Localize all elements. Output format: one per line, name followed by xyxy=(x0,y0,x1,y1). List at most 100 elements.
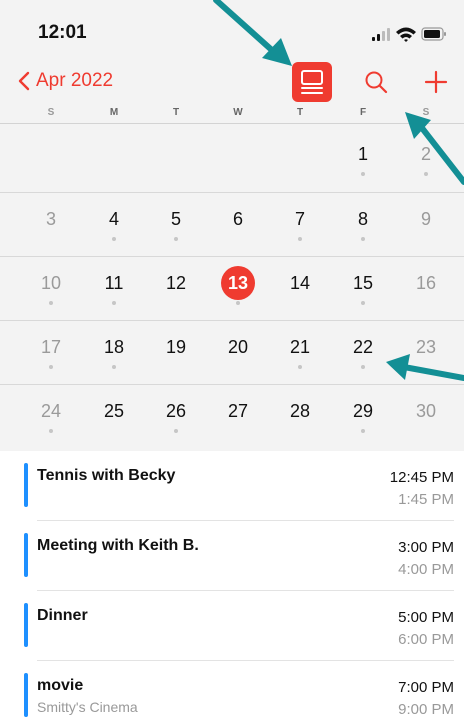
event-item[interactable]: movie Smitty's Cinema 7:00 PM 9:00 PM xyxy=(0,661,464,722)
day-cell-today[interactable]: 13 xyxy=(218,266,258,305)
event-end-time: 1:45 PM xyxy=(398,491,454,508)
event-start-time: 3:00 PM xyxy=(398,539,454,556)
day-number: 14 xyxy=(289,273,311,293)
list-view-button[interactable] xyxy=(292,62,332,102)
day-number: 23 xyxy=(415,337,437,357)
day-number: 29 xyxy=(352,401,374,421)
event-dot xyxy=(236,301,240,305)
day-number: 8 xyxy=(357,209,368,229)
event-dot xyxy=(174,429,178,433)
day-number: 2 xyxy=(420,144,431,164)
day-number: 28 xyxy=(289,401,311,421)
event-dot xyxy=(361,301,365,305)
calendar-color-bar xyxy=(24,533,28,577)
event-end-time: 4:00 PM xyxy=(398,561,454,578)
event-item[interactable]: Meeting with Keith B. 3:00 PM 4:00 PM xyxy=(0,521,464,591)
calendar-color-bar xyxy=(24,603,28,647)
weekday-label: S xyxy=(47,107,55,118)
weekday-label: S xyxy=(422,107,430,118)
back-to-month-button[interactable]: Apr 2022 xyxy=(18,70,113,92)
day-cell[interactable]: 2 xyxy=(406,142,446,176)
day-number: 21 xyxy=(289,337,311,357)
day-number: 12 xyxy=(165,273,187,293)
day-cell[interactable]: 6 xyxy=(218,207,258,241)
day-cell[interactable]: 30 xyxy=(406,399,446,433)
event-item[interactable]: Tennis with Becky 12:45 PM 1:45 PM xyxy=(0,451,464,521)
day-cell[interactable]: 21 xyxy=(280,335,320,369)
event-end-time: 6:00 PM xyxy=(398,631,454,648)
event-dot xyxy=(298,237,302,241)
day-number: 10 xyxy=(40,273,62,293)
event-dot xyxy=(49,365,53,369)
day-cell[interactable]: 27 xyxy=(218,399,258,433)
event-dot xyxy=(49,301,53,305)
week-row: 17 18 19 20 21 22 23 xyxy=(0,320,464,384)
day-cell[interactable]: 5 xyxy=(156,207,196,241)
day-cell[interactable]: 15 xyxy=(343,271,383,305)
day-cell[interactable]: 1 xyxy=(343,142,383,176)
plus-icon[interactable] xyxy=(422,68,450,96)
day-cell[interactable]: 25 xyxy=(94,399,134,433)
signal-icon xyxy=(372,28,390,41)
day-number: 26 xyxy=(165,401,187,421)
event-dot xyxy=(424,172,428,176)
day-cell[interactable]: 20 xyxy=(218,335,258,369)
week-row: 24 25 26 27 28 29 30 xyxy=(0,384,464,448)
status-icons xyxy=(370,24,450,44)
day-number: 13 xyxy=(227,273,249,293)
event-dot xyxy=(174,237,178,241)
day-cell[interactable]: 11 xyxy=(94,271,134,305)
day-number: 9 xyxy=(420,209,431,229)
event-title: Dinner xyxy=(37,607,88,624)
day-number: 24 xyxy=(40,401,62,421)
day-cell[interactable]: 28 xyxy=(280,399,320,433)
day-cell[interactable]: 17 xyxy=(31,335,71,369)
day-number: 30 xyxy=(415,401,437,421)
header-divider xyxy=(0,123,464,124)
event-dot xyxy=(361,237,365,241)
chevron-left-icon xyxy=(18,71,30,91)
event-title: movie xyxy=(37,677,84,694)
day-cell[interactable]: 7 xyxy=(280,207,320,241)
weekday-label: T xyxy=(172,107,180,118)
day-number: 3 xyxy=(45,209,56,229)
day-number: 6 xyxy=(232,209,243,229)
day-cell[interactable]: 29 xyxy=(343,399,383,433)
day-cell[interactable]: 14 xyxy=(280,271,320,305)
day-cell[interactable]: 9 xyxy=(406,207,446,241)
event-start-time: 5:00 PM xyxy=(398,609,454,626)
day-cell[interactable]: 26 xyxy=(156,399,196,433)
status-time: 12:01 xyxy=(38,22,87,43)
search-icon[interactable] xyxy=(362,68,390,96)
week-row: 1 2 xyxy=(0,128,464,192)
day-cell[interactable]: 19 xyxy=(156,335,196,369)
day-cell[interactable]: 23 xyxy=(406,335,446,369)
day-cell[interactable]: 3 xyxy=(31,207,71,241)
day-cell[interactable]: 12 xyxy=(156,271,196,305)
event-title: Tennis with Becky xyxy=(37,467,176,484)
day-number: 16 xyxy=(415,273,437,293)
wifi-icon xyxy=(396,27,416,42)
event-dot xyxy=(361,365,365,369)
day-number: 17 xyxy=(40,337,62,357)
day-cell[interactable]: 18 xyxy=(94,335,134,369)
weekday-label: W xyxy=(233,107,243,118)
weekday-label: T xyxy=(296,107,304,118)
day-cell[interactable]: 10 xyxy=(31,271,71,305)
nav-bar: Apr 2022 xyxy=(0,60,464,104)
day-number: 7 xyxy=(294,209,305,229)
day-number: 15 xyxy=(352,273,374,293)
day-cell[interactable]: 24 xyxy=(31,399,71,433)
day-cell[interactable]: 8 xyxy=(343,207,383,241)
day-number: 19 xyxy=(165,337,187,357)
event-list: Tennis with Becky 12:45 PM 1:45 PM Meeti… xyxy=(0,451,464,722)
day-cell[interactable]: 4 xyxy=(94,207,134,241)
day-cell[interactable]: 16 xyxy=(406,271,446,305)
event-dot xyxy=(361,172,365,176)
back-label: Apr 2022 xyxy=(36,70,114,91)
weekday-label: M xyxy=(109,107,119,118)
battery-icon xyxy=(421,27,446,41)
day-cell[interactable]: 22 xyxy=(343,335,383,369)
day-number: 1 xyxy=(357,144,368,164)
event-item[interactable]: Dinner 5:00 PM 6:00 PM xyxy=(0,591,464,661)
